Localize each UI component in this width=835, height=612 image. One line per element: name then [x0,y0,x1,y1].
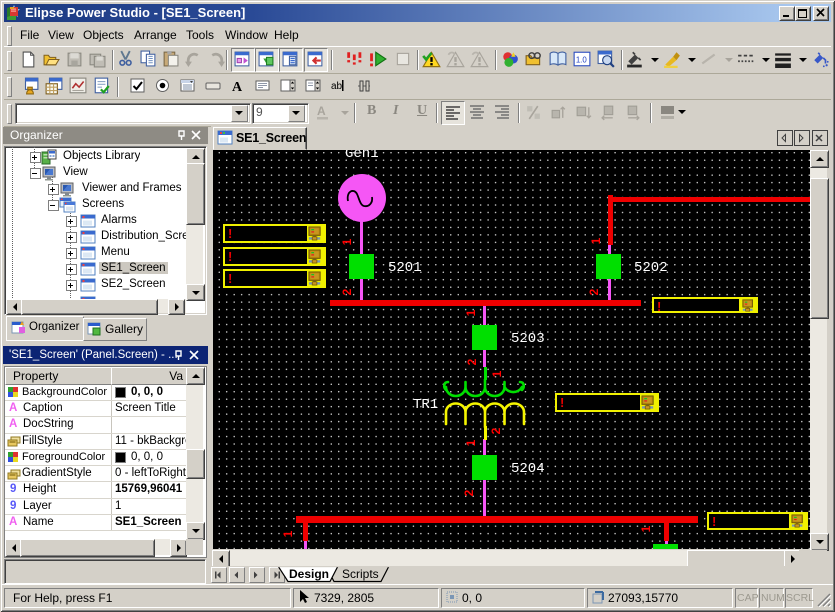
svg-text:1.0: 1.0 [576,55,588,64]
svg-text:A: A [232,80,243,94]
svg-text:ab: ab [331,81,343,92]
svg-text:A: A [317,104,326,118]
